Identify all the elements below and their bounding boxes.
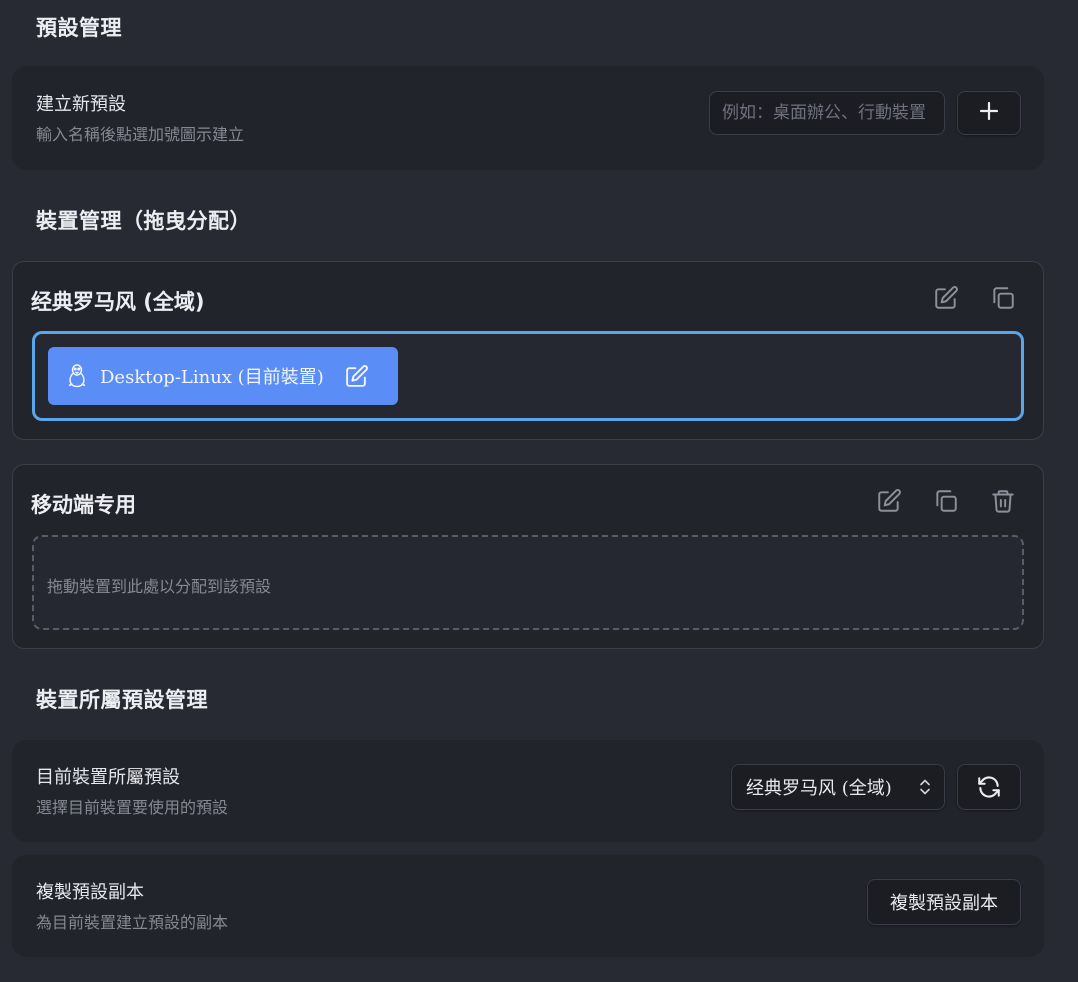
refresh-preset-button[interactable] <box>957 764 1021 810</box>
current-preset-title: 目前裝置所屬預設 <box>36 767 180 788</box>
preset-name: 经典罗马风 (全域) <box>31 290 205 314</box>
edit-preset-button[interactable] <box>873 487 905 519</box>
preset-select-value: 经典罗马风 (全域) <box>746 778 892 799</box>
plus-icon <box>978 100 1000 126</box>
dropzone-hint: 拖動裝置到此處以分配到該預設 <box>47 577 272 596</box>
section-title-device-management: 裝置管理（拖曳分配） <box>36 209 251 233</box>
copy-icon <box>990 285 1016 315</box>
settings-page: 預設管理 建立新預設 輸入名稱後點選加號圖示建立 裝置管理（拖曳分配） 经典罗马… <box>0 0 1078 982</box>
edit-icon <box>344 364 369 389</box>
trash-icon <box>990 488 1016 518</box>
delete-preset-button[interactable] <box>987 487 1019 519</box>
create-preset-title: 建立新預設 <box>36 94 126 115</box>
preset-name-input[interactable] <box>709 91 945 135</box>
edit-device-button[interactable] <box>344 364 369 389</box>
duplicate-preset-card: 複製預設副本 為目前裝置建立預設的副本 複製預設副本 <box>12 855 1044 957</box>
duplicate-preset-button[interactable]: 複製預設副本 <box>867 879 1021 925</box>
copy-preset-button[interactable] <box>987 284 1019 316</box>
linux-penguin-icon <box>66 363 88 389</box>
refresh-icon <box>976 774 1002 800</box>
chevron-up-down-icon <box>918 777 932 797</box>
duplicate-preset-title: 複製預設副本 <box>36 882 144 903</box>
preset-card: 移动端专用 拖動裝置到此處以分配到該預設 <box>12 464 1044 649</box>
current-preset-card: 目前裝置所屬預設 選擇目前裝置要使用的預設 经典罗马风 (全域) <box>12 740 1044 842</box>
add-preset-button[interactable] <box>957 91 1021 135</box>
preset-card: 经典罗马风 (全域) Desktop-Linux (目前裝置) <box>12 261 1044 440</box>
device-label: Desktop-Linux (目前裝置) <box>100 367 324 388</box>
device-chip[interactable]: Desktop-Linux (目前裝置) <box>48 347 398 405</box>
preset-dropzone[interactable]: 拖動裝置到此處以分配到該預設 <box>32 535 1024 630</box>
edit-icon <box>876 488 902 518</box>
section-title-preset-management: 預設管理 <box>36 16 122 40</box>
duplicate-preset-subtitle: 為目前裝置建立預設的副本 <box>36 913 229 932</box>
copy-preset-button[interactable] <box>930 487 962 519</box>
preset-select[interactable]: 经典罗马风 (全域) <box>731 764 945 810</box>
create-preset-card: 建立新預設 輸入名稱後點選加號圖示建立 <box>12 66 1044 170</box>
copy-icon <box>933 488 959 518</box>
preset-dropzone[interactable]: Desktop-Linux (目前裝置) <box>32 331 1024 421</box>
create-preset-subtitle: 輸入名稱後點選加號圖示建立 <box>36 125 245 144</box>
edit-preset-button[interactable] <box>930 284 962 316</box>
current-preset-subtitle: 選擇目前裝置要使用的預設 <box>36 798 229 817</box>
edit-icon <box>933 285 959 315</box>
preset-name: 移动端专用 <box>31 493 136 517</box>
section-title-device-preset-management: 裝置所屬預設管理 <box>36 688 208 712</box>
